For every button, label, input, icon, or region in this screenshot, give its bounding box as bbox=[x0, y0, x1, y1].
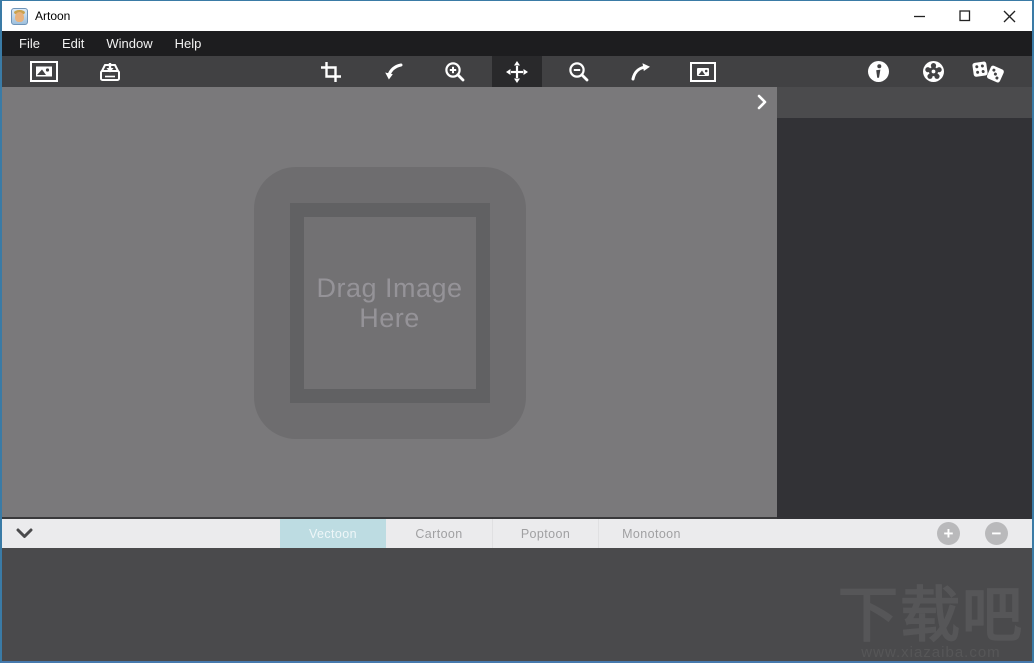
settings-button[interactable] bbox=[908, 56, 958, 87]
style-tabs: Vectoon Cartoon Poptoon Monotoon bbox=[280, 519, 704, 548]
right-panel-body bbox=[777, 118, 1032, 519]
zoom-out-button[interactable] bbox=[554, 56, 604, 87]
redo-button[interactable] bbox=[616, 56, 666, 87]
redo-icon bbox=[631, 62, 650, 80]
canvas-area: Drag Image Here bbox=[2, 87, 777, 519]
app-logo-icon bbox=[11, 7, 28, 25]
close-button[interactable] bbox=[987, 1, 1032, 31]
toolbar-center-group bbox=[306, 56, 728, 87]
move-button[interactable] bbox=[492, 56, 542, 87]
tab-cartoon[interactable]: Cartoon bbox=[386, 519, 492, 548]
right-panel bbox=[777, 87, 1032, 519]
menu-window[interactable]: Window bbox=[95, 31, 163, 56]
undo-button[interactable] bbox=[368, 56, 418, 87]
title-bar: Artoon bbox=[2, 1, 1032, 31]
info-button[interactable] bbox=[853, 56, 903, 87]
import-image-icon bbox=[100, 62, 120, 81]
zoom-out-icon bbox=[569, 61, 589, 81]
export-image-icon bbox=[690, 61, 716, 82]
chevron-right-icon bbox=[757, 94, 767, 110]
open-image-icon bbox=[30, 61, 58, 82]
random-button[interactable] bbox=[963, 56, 1013, 87]
chevron-down-icon bbox=[16, 528, 32, 538]
tab-monotoon[interactable]: Monotoon bbox=[598, 519, 704, 548]
import-image-button[interactable] bbox=[85, 56, 135, 87]
panel-toggle-button[interactable] bbox=[753, 93, 771, 111]
drop-label: Drag Image Here bbox=[316, 272, 463, 333]
main-content: Drag Image Here bbox=[2, 87, 1032, 519]
maximize-button[interactable] bbox=[942, 1, 987, 31]
menu-help[interactable]: Help bbox=[164, 31, 213, 56]
export-image-button[interactable] bbox=[678, 56, 728, 87]
right-panel-header bbox=[777, 87, 1032, 118]
info-icon bbox=[867, 61, 889, 82]
image-drop-zone[interactable]: Drag Image Here bbox=[253, 167, 526, 439]
minimize-button[interactable] bbox=[897, 1, 942, 31]
watermark-title: 下载吧 bbox=[838, 582, 1024, 649]
random-dice-icon bbox=[972, 61, 1004, 83]
toolbar bbox=[2, 56, 1032, 87]
crop-icon bbox=[321, 61, 341, 82]
maximize-icon bbox=[958, 10, 970, 22]
zoom-in-icon bbox=[445, 61, 465, 81]
watermark: 下载吧 www.xiazaiba.com bbox=[838, 582, 1024, 662]
tab-poptoon[interactable]: Poptoon bbox=[492, 519, 598, 548]
undo-icon bbox=[385, 63, 403, 79]
open-image-button[interactable] bbox=[19, 56, 69, 87]
increase-button[interactable]: + bbox=[937, 522, 960, 545]
menu-edit[interactable]: Edit bbox=[51, 31, 95, 56]
crop-button[interactable] bbox=[306, 56, 356, 87]
menu-bar: File Edit Window Help bbox=[2, 31, 1032, 56]
style-tab-bar: Vectoon Cartoon Poptoon Monotoon + − bbox=[2, 519, 1032, 548]
style-strength-controls: + − bbox=[937, 519, 1032, 548]
collapse-styles-button[interactable] bbox=[2, 519, 46, 548]
move-icon bbox=[506, 60, 528, 83]
window-title: Artoon bbox=[35, 9, 71, 23]
tab-vectoon[interactable]: Vectoon bbox=[280, 519, 386, 548]
toolbar-right-group bbox=[853, 56, 1013, 87]
app-window: Artoon File Edit Window Help Drag Image … bbox=[0, 0, 1034, 663]
watermark-url: www.xiazaiba.com bbox=[861, 644, 1001, 661]
minimize-icon bbox=[913, 15, 925, 18]
toolbar-left-group bbox=[19, 56, 135, 87]
settings-icon bbox=[922, 61, 944, 82]
menu-file[interactable]: File bbox=[8, 31, 51, 56]
close-icon bbox=[1003, 10, 1016, 22]
drop-frame: Drag Image Here bbox=[289, 203, 490, 403]
decrease-button[interactable]: − bbox=[985, 522, 1008, 545]
zoom-in-button[interactable] bbox=[430, 56, 480, 87]
bottom-panel: 下载吧 www.xiazaiba.com bbox=[2, 548, 1032, 661]
